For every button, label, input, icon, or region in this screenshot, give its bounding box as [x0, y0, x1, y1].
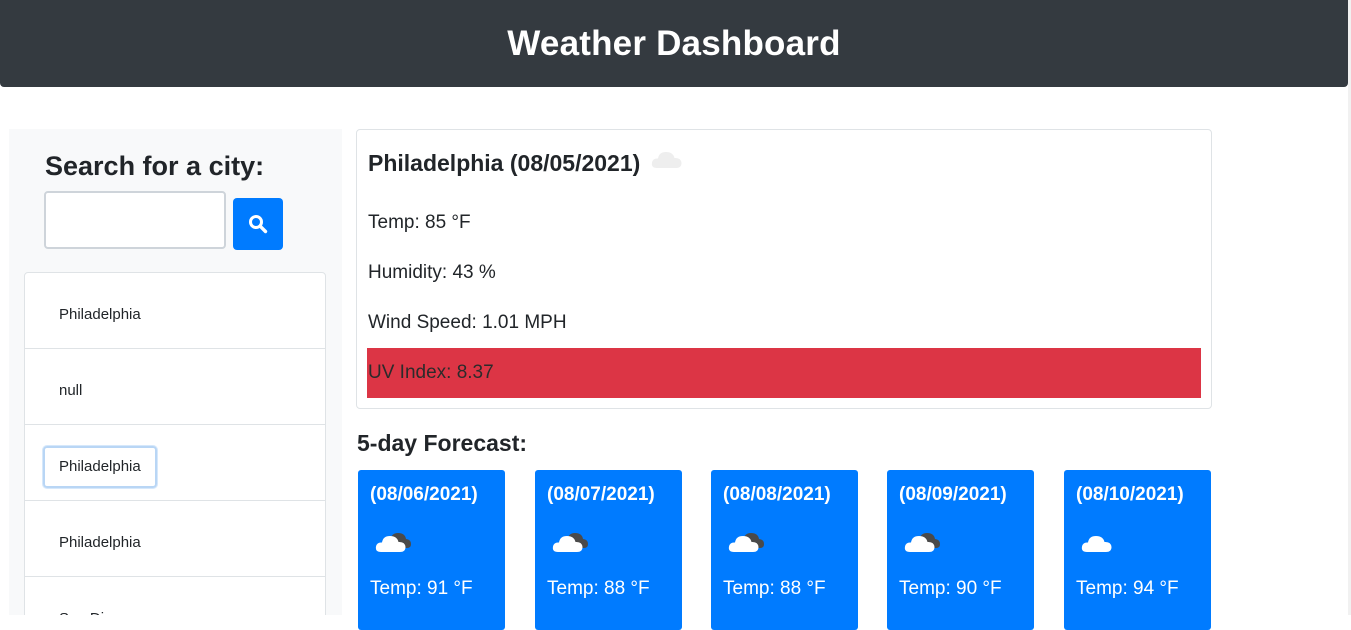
forecast-title: 5-day Forecast:	[357, 430, 528, 456]
forecast-date: (08/06/2021)	[370, 484, 478, 505]
cloud-icon	[650, 148, 684, 178]
current-wind-speed: Wind Speed: 1.01 MPH	[368, 312, 567, 333]
city-search-input[interactable]	[44, 191, 226, 249]
forecast-temp: Temp: 88 °F	[723, 578, 826, 599]
broken-clouds-icon	[903, 525, 943, 560]
forecast-temp: Temp: 88 °F	[547, 578, 650, 599]
cloud-icon	[1080, 525, 1120, 560]
forecast-date: (08/07/2021)	[547, 484, 655, 505]
forecast-card: (08/10/2021) Temp: 94 °F	[1064, 470, 1211, 630]
forecast-temp: Temp: 91 °F	[370, 578, 473, 599]
forecast-date: (08/10/2021)	[1076, 484, 1184, 505]
history-city-button[interactable]: San Diego	[43, 598, 145, 615]
list-item: Philadelphia	[25, 273, 325, 349]
history-city-button[interactable]: Philadelphia	[43, 522, 157, 564]
forecast-card: (08/08/2021) Temp: 88 °F	[711, 470, 858, 630]
broken-clouds-icon	[727, 525, 767, 560]
search-title: Search for a city:	[45, 151, 265, 181]
forecast-card: (08/07/2021) Temp: 88 °F	[535, 470, 682, 630]
search-button[interactable]	[233, 198, 283, 250]
forecast-date: (08/08/2021)	[723, 484, 831, 505]
current-city-heading: Philadelphia (08/05/2021)	[368, 148, 684, 178]
history-city-button[interactable]: Philadelphia	[43, 294, 157, 336]
broken-clouds-icon	[374, 525, 414, 560]
page-title: Weather Dashboard	[507, 23, 841, 63]
header-bar: Weather Dashboard	[0, 0, 1348, 87]
broken-clouds-icon	[551, 525, 591, 560]
uv-index-badge: UV Index: 8.37	[367, 348, 1201, 398]
current-weather-card: Philadelphia (08/05/2021) Temp: 85 °F Hu…	[356, 129, 1212, 409]
search-history-list: Philadelphia null Philadelphia Philadelp…	[24, 272, 326, 615]
list-item: null	[25, 349, 325, 425]
history-city-button[interactable]: Philadelphia	[43, 446, 157, 488]
list-item: San Diego	[25, 577, 325, 615]
current-city-title: Philadelphia (08/05/2021)	[368, 149, 641, 176]
forecast-temp: Temp: 90 °F	[899, 578, 1002, 599]
current-temp: Temp: 85 °F	[368, 212, 471, 233]
history-city-button[interactable]: null	[43, 370, 98, 412]
list-item: Philadelphia	[25, 425, 325, 501]
forecast-temp: Temp: 94 °F	[1076, 578, 1179, 599]
forecast-card: (08/09/2021) Temp: 90 °F	[887, 470, 1034, 630]
search-icon	[249, 215, 268, 234]
current-humidity: Humidity: 43 %	[368, 262, 496, 283]
forecast-date: (08/09/2021)	[899, 484, 1007, 505]
search-sidebar: Search for a city: Philadelphia null Phi…	[9, 129, 342, 615]
forecast-card: (08/06/2021) Temp: 91 °F	[358, 470, 505, 630]
list-item: Philadelphia	[25, 501, 325, 577]
